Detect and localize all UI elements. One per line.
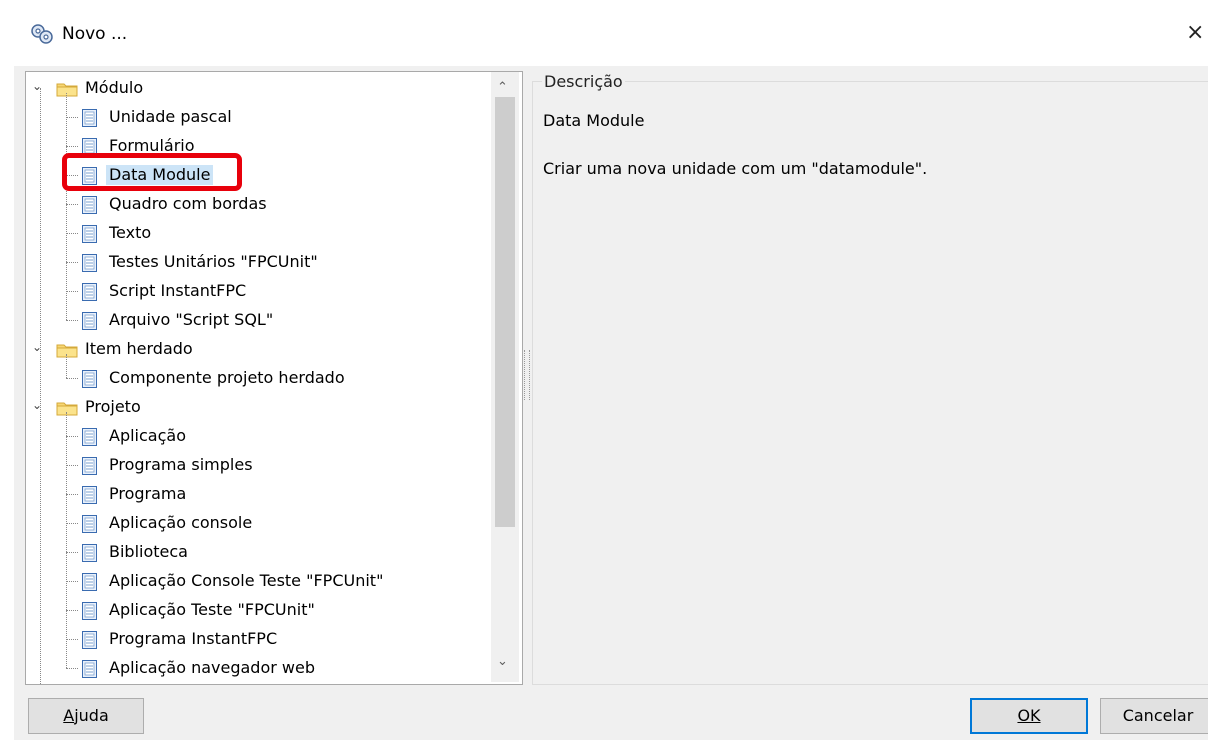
unit-file-icon — [82, 254, 97, 272]
unit-file-icon — [82, 167, 97, 185]
unit-file-icon — [82, 660, 97, 678]
tree-item-label: Aplicação navegador web — [109, 658, 315, 677]
tree-item-label: Quadro com bordas — [109, 194, 267, 213]
scroll-down-icon[interactable]: ⌄ — [497, 654, 508, 669]
tree-item-label: Biblioteca — [109, 542, 188, 561]
tree-connector — [66, 117, 78, 118]
tree-connector — [66, 436, 78, 437]
tree-item-label: Aplicação — [109, 426, 186, 445]
tree-branch-line — [66, 93, 67, 320]
help-button-rest: juda — [74, 706, 109, 725]
unit-file-icon — [82, 138, 97, 156]
gear-cluster-icon — [31, 24, 53, 44]
tree-item-label: Script InstantFPC — [109, 281, 247, 300]
unit-file-icon — [82, 573, 97, 591]
close-icon[interactable]: × — [1186, 20, 1204, 45]
unit-file-icon — [82, 544, 97, 562]
unit-file-icon — [82, 225, 97, 243]
tree-folder-label: Item herdado — [85, 339, 193, 358]
tree-item-label: Data Module — [106, 165, 214, 185]
scroll-up-icon[interactable]: ⌃ — [497, 80, 508, 95]
unit-file-icon — [82, 631, 97, 649]
tree-connector — [66, 581, 78, 582]
tree-connector — [66, 233, 78, 234]
tree-item-label: Arquivo "Script SQL" — [109, 310, 274, 329]
tree-root-line — [40, 88, 41, 684]
unit-file-icon — [82, 515, 97, 533]
unit-file-icon — [82, 602, 97, 620]
tree-folder-label: Projeto — [85, 397, 141, 416]
unit-file-icon — [82, 312, 97, 330]
tree-item-label: Componente projeto herdado — [109, 368, 345, 387]
unit-file-icon — [82, 196, 97, 214]
tree-connector — [66, 204, 78, 205]
window-title: Novo ... — [62, 24, 128, 44]
panel-splitter[interactable] — [524, 350, 530, 400]
tree-item-label: Programa InstantFPC — [109, 629, 278, 648]
expand-chevron-icon[interactable]: ⌄ — [32, 340, 42, 354]
scrollbar-thumb[interactable] — [495, 97, 515, 527]
tree-branch-line — [66, 354, 67, 378]
expand-chevron-icon[interactable]: ⌄ — [32, 79, 42, 93]
tree-item-label: Programa simples — [109, 455, 253, 474]
tree-connector — [66, 465, 78, 466]
tree-connector — [66, 610, 78, 611]
tree-connector — [66, 639, 78, 640]
tree-item-label: Aplicação Console Teste "FPCUnit" — [109, 571, 384, 590]
ok-button[interactable]: OK — [970, 698, 1088, 734]
tree-connector — [66, 320, 78, 321]
tree-connector — [66, 378, 78, 379]
unit-file-icon — [82, 486, 97, 504]
tree-connector — [66, 262, 78, 263]
tree-connector — [66, 291, 78, 292]
folder-icon — [56, 342, 78, 358]
tree-branch-line — [66, 412, 67, 668]
ok-button-label: OK — [1017, 706, 1041, 725]
folder-icon — [56, 81, 78, 97]
description-text: Criar uma nova unidade com um "datamodul… — [543, 159, 928, 178]
tree-item-label: Testes Unitários "FPCUnit" — [109, 252, 318, 271]
unit-file-icon — [82, 370, 97, 388]
folder-icon — [56, 400, 78, 416]
tree-item-label: Formulário — [109, 136, 195, 155]
description-legend: Descrição — [542, 72, 625, 91]
tree-item-label: Texto — [109, 223, 152, 242]
unit-file-icon — [82, 283, 97, 301]
tree-connector — [66, 494, 78, 495]
tree-connector — [66, 668, 78, 669]
tree-folder-label: Módulo — [85, 78, 144, 97]
unit-file-icon — [82, 428, 97, 446]
description-title: Data Module — [543, 111, 645, 130]
tree-connector — [66, 552, 78, 553]
expand-chevron-icon[interactable]: ⌄ — [32, 398, 42, 412]
help-button[interactable]: Ajuda — [28, 698, 144, 734]
tree-item-label: Aplicação Teste "FPCUnit" — [109, 600, 315, 619]
tree-item-label: Unidade pascal — [109, 107, 232, 126]
tree-connector — [66, 146, 78, 147]
tree-item-label: Programa — [109, 484, 187, 503]
title-bar: Novo ... × — [0, 0, 1208, 66]
tree-item-label: Aplicação console — [109, 513, 253, 532]
unit-file-icon — [82, 457, 97, 475]
template-tree[interactable]: ⌄ Módulo Unidade pascal Formulário Data Modu… — [25, 71, 523, 685]
tree-connector — [66, 175, 78, 176]
unit-file-icon — [82, 109, 97, 127]
cancel-button[interactable]: Cancelar — [1100, 698, 1208, 734]
tree-connector — [66, 523, 78, 524]
